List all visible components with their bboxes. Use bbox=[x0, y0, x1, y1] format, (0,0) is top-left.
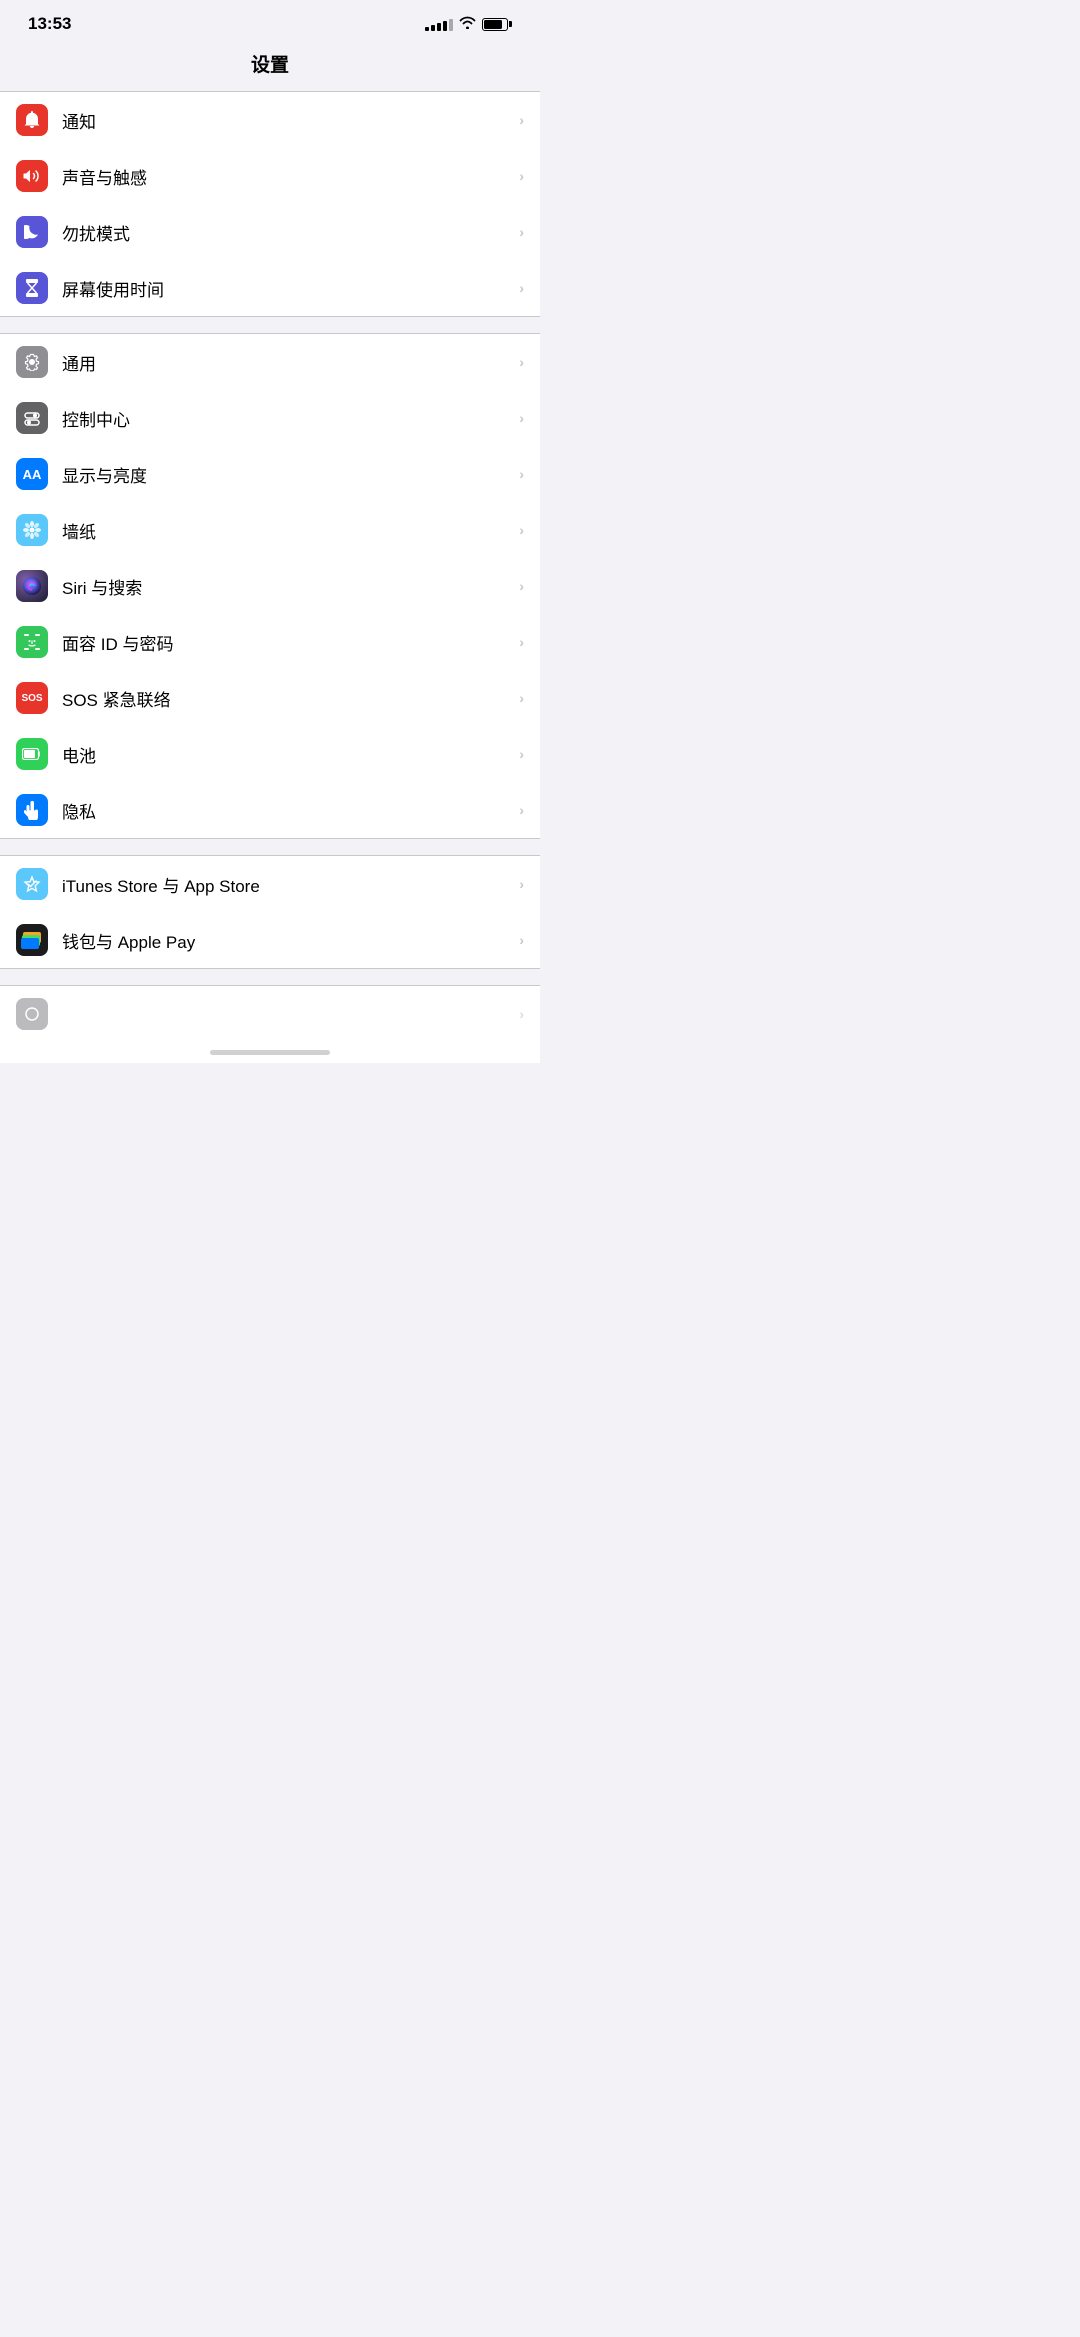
list-item-screentime[interactable]: 屏幕使用时间 › bbox=[0, 260, 540, 316]
hand-icon bbox=[16, 794, 48, 826]
dnd-label: 勿扰模式 bbox=[62, 220, 519, 245]
chevron-icon: › bbox=[519, 690, 524, 706]
page-title: 设置 bbox=[0, 42, 540, 91]
list-item-wallet[interactable]: 钱包与 Apple Pay › bbox=[0, 912, 540, 968]
list-item-control[interactable]: 控制中心 › bbox=[0, 390, 540, 446]
list-item-wallpaper[interactable]: 墙纸 › bbox=[0, 502, 540, 558]
chevron-icon: › bbox=[519, 1006, 524, 1022]
chevron-icon: › bbox=[519, 578, 524, 594]
wallpaper-label: 墙纸 bbox=[62, 518, 519, 543]
chevron-icon: › bbox=[519, 354, 524, 370]
aa-icon: AA bbox=[16, 458, 48, 490]
status-icons bbox=[425, 16, 512, 32]
siri-icon bbox=[16, 570, 48, 602]
section-notifications: 通知 › 声音与触感 › 勿扰模式 › bbox=[0, 91, 540, 317]
bell-icon bbox=[16, 104, 48, 136]
toggle-icon bbox=[16, 402, 48, 434]
list-item-partial[interactable]: › bbox=[0, 986, 540, 1042]
list-item-sos[interactable]: SOS SOS 紧急联络 › bbox=[0, 670, 540, 726]
moon-icon bbox=[16, 216, 48, 248]
list-item-notification[interactable]: 通知 › bbox=[0, 92, 540, 148]
chevron-icon: › bbox=[519, 466, 524, 482]
sound-label: 声音与触感 bbox=[62, 164, 519, 189]
battery-label: 电池 bbox=[62, 742, 519, 767]
battery-item-icon bbox=[16, 738, 48, 770]
faceid-label: 面容 ID 与密码 bbox=[62, 630, 519, 655]
wallet-icon bbox=[16, 924, 48, 956]
section-store: iTunes Store 与 App Store › 钱包与 Apple Pay… bbox=[0, 855, 540, 969]
chevron-icon: › bbox=[519, 112, 524, 128]
list-item-battery[interactable]: 电池 › bbox=[0, 726, 540, 782]
list-group-system: 通用 › 控制中心 › AA 显示与亮度 › bbox=[0, 333, 540, 839]
list-item-sound[interactable]: 声音与触感 › bbox=[0, 148, 540, 204]
privacy-label: 隐私 bbox=[62, 798, 519, 823]
wifi-icon bbox=[459, 16, 476, 32]
list-item-faceid[interactable]: 面容 ID 与密码 › bbox=[0, 614, 540, 670]
chevron-icon: › bbox=[519, 932, 524, 948]
chevron-icon: › bbox=[519, 410, 524, 426]
hourglass-icon bbox=[16, 272, 48, 304]
sos-icon: SOS bbox=[16, 682, 48, 714]
control-label: 控制中心 bbox=[62, 406, 519, 431]
flower-icon bbox=[16, 514, 48, 546]
battery-status-icon bbox=[482, 18, 512, 31]
list-item-itunes[interactable]: iTunes Store 与 App Store › bbox=[0, 856, 540, 912]
chevron-icon: › bbox=[519, 168, 524, 184]
list-item-general[interactable]: 通用 › bbox=[0, 334, 540, 390]
itunes-label: iTunes Store 与 App Store bbox=[62, 872, 519, 897]
wallet-label: 钱包与 Apple Pay bbox=[62, 928, 519, 953]
speaker-icon bbox=[16, 160, 48, 192]
status-bar: 13:53 bbox=[0, 0, 540, 42]
chevron-icon: › bbox=[519, 224, 524, 240]
home-indicator bbox=[210, 1050, 330, 1055]
list-item-privacy[interactable]: 隐私 › bbox=[0, 782, 540, 838]
list-group-store: iTunes Store 与 App Store › 钱包与 Apple Pay… bbox=[0, 855, 540, 969]
chevron-icon: › bbox=[519, 746, 524, 762]
list-item-siri[interactable]: Siri 与搜索 › bbox=[0, 558, 540, 614]
chevron-icon: › bbox=[519, 802, 524, 818]
chevron-icon: › bbox=[519, 522, 524, 538]
list-item-display[interactable]: AA 显示与亮度 › bbox=[0, 446, 540, 502]
signal-icon bbox=[425, 17, 453, 31]
chevron-icon: › bbox=[519, 280, 524, 296]
notification-label: 通知 bbox=[62, 108, 519, 133]
appstore-icon bbox=[16, 868, 48, 900]
chevron-icon: › bbox=[519, 876, 524, 892]
sos-label: SOS 紧急联络 bbox=[62, 686, 519, 711]
display-label: 显示与亮度 bbox=[62, 462, 519, 487]
general-label: 通用 bbox=[62, 350, 519, 375]
partial-icon bbox=[16, 998, 48, 1030]
screentime-label: 屏幕使用时间 bbox=[62, 276, 519, 301]
faceid-icon bbox=[16, 626, 48, 658]
section-system: 通用 › 控制中心 › AA 显示与亮度 › bbox=[0, 333, 540, 839]
status-time: 13:53 bbox=[28, 14, 71, 34]
gear-icon bbox=[16, 346, 48, 378]
list-item-dnd[interactable]: 勿扰模式 › bbox=[0, 204, 540, 260]
list-group-notifications: 通知 › 声音与触感 › 勿扰模式 › bbox=[0, 91, 540, 317]
chevron-icon: › bbox=[519, 634, 524, 650]
siri-label: Siri 与搜索 bbox=[62, 574, 519, 599]
